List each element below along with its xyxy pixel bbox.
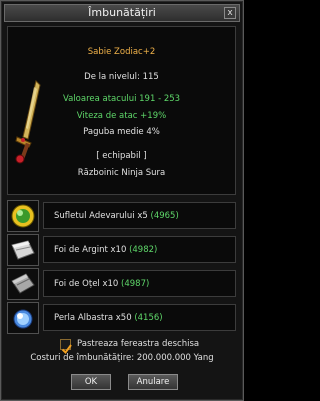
material-info: Foi de Argint x10 (4982): [43, 236, 236, 263]
close-button[interactable]: x: [224, 7, 236, 19]
material-count: (4156): [134, 313, 163, 323]
silver-sheet-icon: [11, 240, 35, 260]
material-count: (4987): [121, 279, 150, 289]
material-name: Foi de Oțel x10: [54, 279, 119, 289]
ok-button[interactable]: OK: [71, 374, 111, 390]
upgrade-window: Îmbunătățiri x Sabie Zodiac+2 De la nive…: [0, 0, 244, 401]
window-title: Îmbunătățiri: [88, 6, 156, 19]
material-row: Sufletul Adevarului x5 (4965): [7, 200, 236, 232]
item-average-damage: Paguba medie 4%: [83, 127, 160, 137]
material-count: (4982): [129, 245, 158, 255]
item-classes: Războinic Ninja Sura: [77, 168, 166, 178]
material-info: Perla Albastra x50 (4156): [43, 304, 236, 331]
item-level: De la nivelul: 115: [84, 72, 159, 82]
keep-open-checkbox[interactable]: [60, 339, 72, 355]
material-row: Foi de Argint x10 (4982): [7, 234, 236, 266]
title-bar[interactable]: Îmbunătățiri x: [4, 4, 240, 22]
item-info-panel: Sabie Zodiac+2 De la nivelul: 115 Valoar…: [7, 26, 236, 195]
material-name: Foi de Argint x10: [54, 245, 127, 255]
material-info: Sufletul Adevarului x5 (4965): [43, 202, 236, 229]
blue-pearl-icon: [13, 309, 33, 329]
item-equip-status: [ echipabil ]: [96, 151, 147, 161]
material-info: Foi de Oțel x10 (4987): [43, 270, 236, 297]
item-attack-value: Valoarea atacului 191 - 253: [62, 94, 181, 104]
steel-sheet-icon: [11, 273, 35, 294]
material-slot[interactable]: [7, 302, 39, 334]
material-row: Foi de Oțel x10 (4987): [7, 268, 236, 300]
upgrade-cost: Costuri de îmbunătățire: 200.000.000 Yan…: [30, 353, 214, 363]
material-slot[interactable]: [7, 200, 39, 232]
material-slot[interactable]: [7, 234, 39, 266]
material-count: (4965): [150, 211, 179, 221]
soul-orb-icon: [11, 204, 35, 228]
material-name: Sufletul Adevarului x5: [54, 211, 148, 221]
keep-open-label[interactable]: Pastreaza fereastra deschisa: [77, 339, 199, 349]
item-name: Sabie Zodiac+2: [87, 47, 156, 57]
cancel-button[interactable]: Anulare: [128, 374, 178, 390]
material-slot[interactable]: [7, 268, 39, 300]
material-row: Perla Albastra x50 (4156): [7, 302, 236, 334]
material-name: Perla Albastra x50: [54, 313, 132, 323]
item-attack-speed: Viteza de atac +19%: [76, 111, 167, 121]
